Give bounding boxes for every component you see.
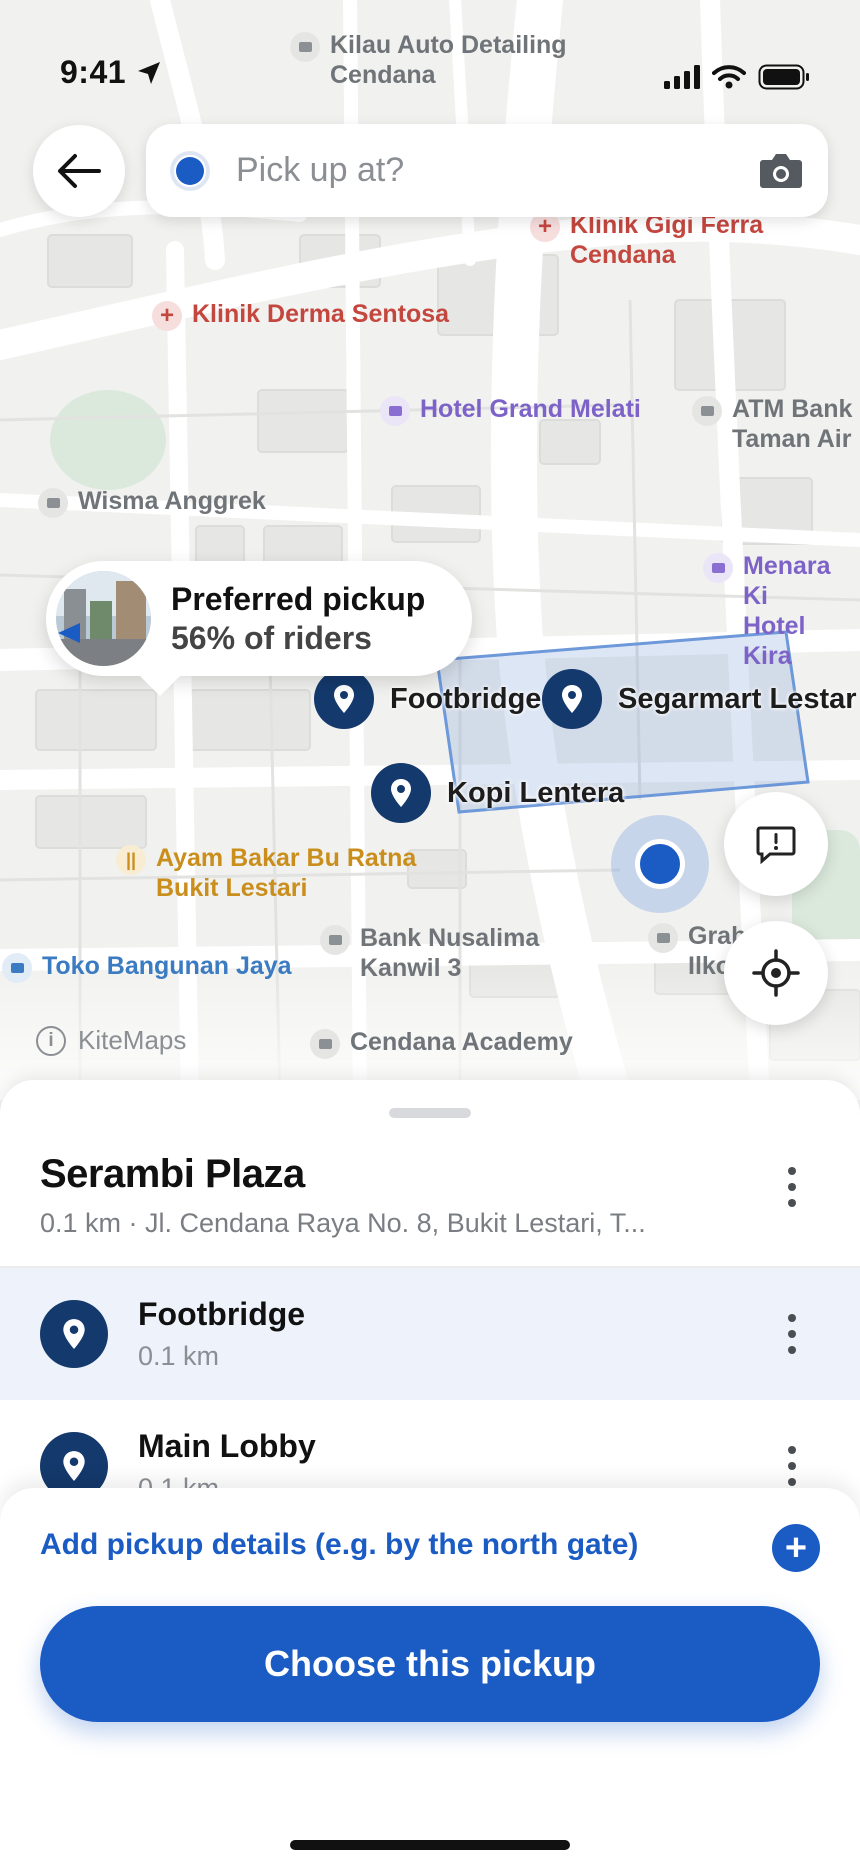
poi-label: ATM Bank Taman Air <box>732 395 853 453</box>
building-icon <box>310 1029 340 1059</box>
feedback-icon <box>756 826 796 865</box>
poi-label: Menara Ki Hotel Kira <box>743 552 831 670</box>
pin-kopi-lentera[interactable]: Kopi Lentera <box>371 763 624 823</box>
option-name: Main Lobby <box>138 1428 316 1464</box>
choose-pickup-button[interactable]: Choose this pickup <box>40 1606 820 1722</box>
poi-menara-hotel-kira[interactable]: Menara Ki Hotel Kira <box>703 551 860 671</box>
pin-segarmart-lestari[interactable]: Segarmart Lestar <box>542 669 857 729</box>
crosshair-icon <box>752 949 800 997</box>
bed-icon <box>380 396 410 426</box>
place-name: Serambi Plaza <box>40 1152 305 1196</box>
pickup-photo <box>56 571 151 666</box>
poi-label: Hotel Grand Melati <box>420 395 641 423</box>
poi-label: Bank Nusalima Kanwil 3 <box>360 924 540 982</box>
poi-label: Kilau Auto Detailing Cendana <box>330 31 567 89</box>
add-pickup-details-link[interactable]: Add pickup details (e.g. by the north ga… <box>40 1528 638 1562</box>
preferred-pickup-bubble[interactable]: Preferred pickup 56% of riders <box>46 561 472 696</box>
poi-label: Toko Bangunan Jaya <box>42 952 292 980</box>
poi-ayam-bakar-bu-ratna[interactable]: || Ayam Bakar Bu Ratna Bukit Lestari <box>116 843 416 903</box>
preferred-title: Preferred pickup <box>171 580 426 617</box>
pickup-footer: Add pickup details (e.g. by the north ga… <box>0 1488 860 1864</box>
back-button[interactable] <box>33 125 125 217</box>
option-more-icon[interactable] <box>772 1304 812 1364</box>
poi-wisma-anggrek[interactable]: Wisma Anggrek <box>38 486 266 518</box>
poi-toko-bangunan-jaya[interactable]: Toko Bangunan Jaya <box>2 951 292 983</box>
pickup-search-input[interactable] <box>236 151 758 190</box>
attribution-label: KiteMaps <box>78 1025 187 1055</box>
building-icon <box>38 488 68 518</box>
time-label: 9:41 <box>60 54 127 90</box>
poi-klinik-gigi-ferra[interactable]: + Klinik Gigi Ferra Cendana <box>530 210 763 270</box>
wifi-icon <box>712 65 746 89</box>
place-address: 0.1 km · Jl. Cendana Raya No. 8, Bukit L… <box>40 1208 646 1238</box>
signal-icon <box>664 65 700 89</box>
building-icon <box>290 32 320 62</box>
pickup-dot-icon <box>170 150 210 191</box>
poi-klinik-derma-sentosa[interactable]: + Klinik Derma Sentosa <box>152 299 449 331</box>
utensils-icon: || <box>116 845 146 875</box>
poi-label: Klinik Derma Sentosa <box>192 300 450 328</box>
battery-icon <box>758 64 809 90</box>
location-arrow-icon <box>138 61 161 84</box>
location-pin-icon <box>371 763 431 823</box>
option-distance: 0.1 km <box>138 1341 220 1371</box>
pin-label: Kopi Lentera <box>447 776 625 809</box>
plus-icon[interactable]: + <box>772 1524 820 1572</box>
poi-kilau-auto-detailing[interactable]: Kilau Auto Detailing Cendana <box>290 30 567 90</box>
sheet-drag-handle[interactable] <box>389 1108 471 1118</box>
location-pin-icon <box>40 1300 108 1368</box>
location-pin-icon <box>542 669 602 729</box>
poi-label: Klinik Gigi Ferra Cendana <box>570 211 764 269</box>
location-pin-icon <box>314 669 374 729</box>
building-icon <box>692 396 722 426</box>
status-bar-icons <box>664 64 810 90</box>
poi-bank-nusalima[interactable]: Bank Nusalima Kanwil 3 <box>320 923 539 983</box>
pickup-option-footbridge[interactable]: Footbridge 0.1 km <box>0 1268 860 1400</box>
pin-footbridge[interactable]: Footbridge <box>314 669 541 729</box>
arrow-left-icon <box>58 154 101 188</box>
building-icon <box>648 923 678 953</box>
pin-label: Footbridge <box>390 682 542 715</box>
poi-atm-bank[interactable]: ATM Bank Taman Air <box>692 394 852 454</box>
status-bar-time: 9:41 <box>60 54 162 91</box>
poi-label: Wisma Anggrek <box>78 487 266 515</box>
medical-cross-icon: + <box>152 301 182 331</box>
poi-cendana-academy[interactable]: Cendana Academy <box>310 1027 573 1059</box>
pin-label: Segarmart Lestar <box>618 682 857 715</box>
poi-label: Cendana Academy <box>350 1028 573 1056</box>
current-location-marker <box>611 815 709 913</box>
bed-icon <box>703 553 733 583</box>
place-more-icon[interactable] <box>772 1157 812 1217</box>
camera-icon[interactable] <box>758 152 804 190</box>
recenter-button[interactable] <box>724 921 828 1025</box>
pickup-search-bar[interactable] <box>146 124 828 217</box>
building-icon <box>320 925 350 955</box>
poi-label: Ayam Bakar Bu Ratna Bukit Lestari <box>156 844 417 902</box>
preferred-subtitle: 56% of riders <box>171 619 372 656</box>
option-more-icon[interactable] <box>772 1436 812 1496</box>
info-icon[interactable]: i <box>36 1025 66 1056</box>
shop-icon <box>2 953 32 983</box>
map-attribution: i KiteMaps <box>36 1025 186 1056</box>
report-issue-button[interactable] <box>724 792 828 896</box>
poi-hotel-grand-melati[interactable]: Hotel Grand Melati <box>380 394 641 426</box>
home-indicator <box>290 1840 570 1850</box>
option-name: Footbridge <box>138 1296 306 1332</box>
